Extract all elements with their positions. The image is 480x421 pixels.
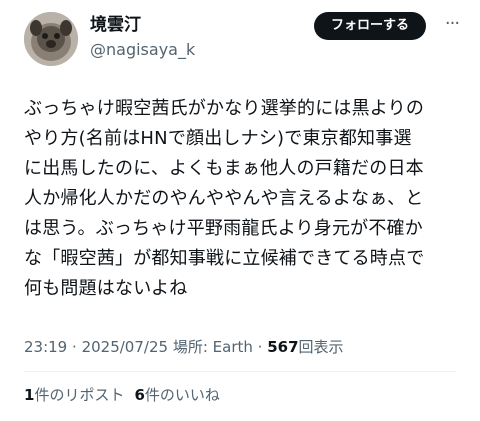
views-label: 回表示 (298, 338, 344, 356)
views-count: 567 (267, 338, 299, 356)
tweet-line: やり方(名前はHNで顔出しナシ)で東京都知事選 (24, 128, 412, 149)
tweet-line: な「暇空茜」が都知事戦に立候補できてる時点で (24, 248, 425, 269)
more-options-icon[interactable]: ··· (440, 10, 464, 38)
tweet-time[interactable]: 23:19 (24, 338, 67, 356)
tweet-card: 境雲汀 @nagisaya_k フォローする ··· ぶっちゃけ暇空茜氏がかなり… (0, 0, 480, 421)
likes-link[interactable]: 6件のいいね (134, 386, 219, 404)
follow-button[interactable]: フォローする (314, 12, 426, 40)
tweet-line: に出馬したのに、よくもまぁ他人の戸籍だの日本 (24, 158, 424, 179)
likes-label: 件のいいね (144, 386, 220, 404)
divider (24, 371, 456, 372)
reposts-count: 1 (24, 386, 35, 404)
engagement-stats: 1件のリポスト 6件のいいね (24, 385, 220, 405)
author-handle[interactable]: @nagisaya_k (90, 39, 195, 61)
meta-separator: · (257, 338, 263, 356)
reposts-link[interactable]: 1件のリポスト (24, 386, 124, 404)
tweet-line: ぶっちゃけ暇空茜氏がかなり選挙的には黒よりの (24, 98, 425, 119)
tweet-meta: 23:19 · 2025/07/25 場所: Earth · 567回表示 (24, 337, 344, 357)
likes-count: 6 (134, 386, 145, 404)
reposts-label: 件のリポスト (34, 386, 125, 404)
avatar-image (24, 12, 78, 66)
avatar[interactable] (24, 12, 78, 66)
meta-separator: · (72, 338, 77, 356)
tweet-location: 場所: Earth (172, 338, 253, 356)
tweet-date[interactable]: 2025/07/25 (82, 338, 168, 356)
author-display-name[interactable]: 境雲汀 (90, 14, 195, 36)
tweet-line: 何も問題はないよね (24, 278, 188, 299)
author-names: 境雲汀 @nagisaya_k (90, 14, 195, 61)
tweet-line: は思う。ぶっちゃけ平野雨龍氏より身元が不確か (24, 218, 423, 239)
tweet-text: ぶっちゃけ暇空茜氏がかなり選挙的には黒よりの やり方(名前はHNで顔出しナシ)で… (24, 94, 472, 304)
tweet-line: 人か帰化人かだのやんややんや言えるよなぁ、と (24, 188, 424, 209)
